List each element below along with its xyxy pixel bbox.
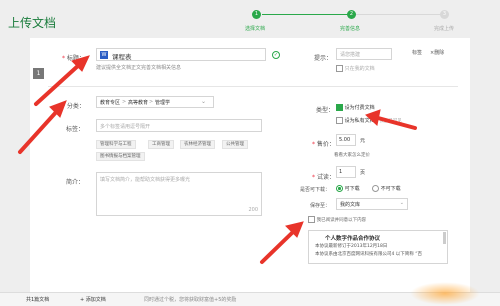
annotation-arrows	[18, 55, 417, 264]
footer-glow	[410, 282, 480, 305]
arrow-to-category	[18, 108, 60, 154]
add-doc-label: 添加文档	[85, 297, 106, 303]
arrow-to-title	[34, 62, 82, 106]
doc-count: 共1篇文档	[26, 297, 50, 303]
add-doc-button[interactable]: + 添加文档	[80, 296, 106, 303]
plus-icon: +	[80, 297, 85, 303]
arrow-to-private	[376, 116, 417, 130]
arrow-to-agreement	[260, 228, 297, 264]
arrowhead	[365, 109, 381, 126]
footer-notice: 同时通过个税，您将获取财富值+5的奖励	[144, 297, 237, 303]
